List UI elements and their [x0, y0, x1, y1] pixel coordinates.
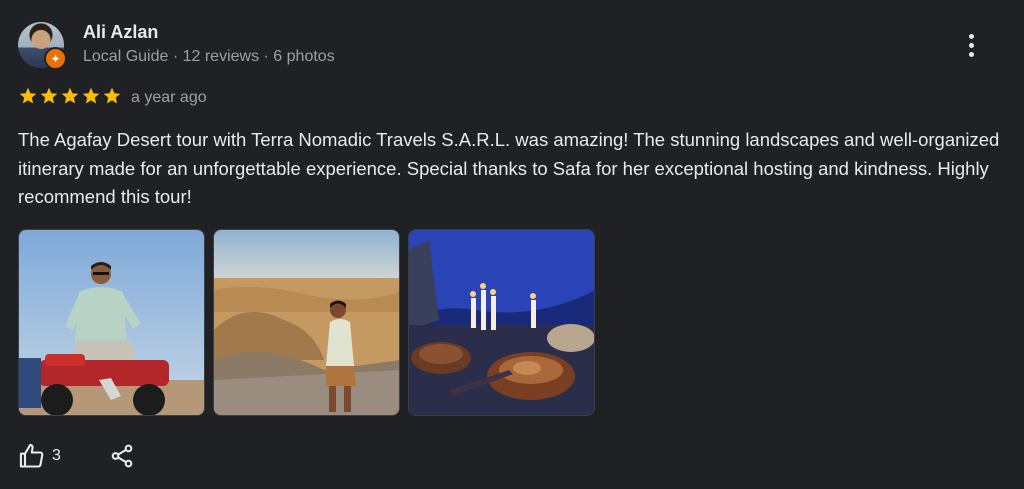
more-options-button[interactable] — [956, 30, 986, 60]
avatar[interactable]: ✦ — [18, 22, 67, 70]
star-icon — [82, 87, 100, 104]
review-text: The Agafay Desert tour with Terra Nomadi… — [18, 129, 1000, 207]
review-card: ✦ Ali Azlan Local Guide · 12 reviews · 6… — [0, 0, 1024, 489]
share-button[interactable] — [109, 443, 135, 469]
star-icon — [61, 87, 79, 104]
more-vert-icon — [968, 33, 974, 39]
photo-image — [19, 230, 204, 415]
photo-image — [409, 230, 594, 415]
photo-image — [214, 230, 399, 415]
more-vert-icon — [968, 42, 974, 48]
reviewer-meta: Local Guide · 12 reviews · 6 photos — [83, 48, 335, 65]
reviewer-name[interactable]: Ali Azlan — [83, 22, 158, 43]
star-icon — [19, 87, 37, 104]
star-icon — [40, 87, 58, 104]
more-vert-icon — [968, 51, 974, 57]
review-photos — [18, 229, 595, 416]
photo-desert-landscape[interactable] — [213, 229, 400, 416]
review-actions: 3 — [18, 442, 135, 470]
photo-quad-bike[interactable] — [18, 229, 205, 416]
photo-candlelit-dinner[interactable] — [408, 229, 595, 416]
star-rating — [18, 86, 122, 106]
star-icon — [103, 87, 121, 104]
like-count: 3 — [52, 447, 61, 464]
review-time: a year ago — [131, 89, 207, 106]
share-icon — [111, 444, 133, 468]
local-guide-badge-icon: ✦ — [44, 47, 67, 70]
like-button[interactable]: 3 — [18, 442, 61, 470]
thumb-up-icon — [19, 443, 44, 468]
